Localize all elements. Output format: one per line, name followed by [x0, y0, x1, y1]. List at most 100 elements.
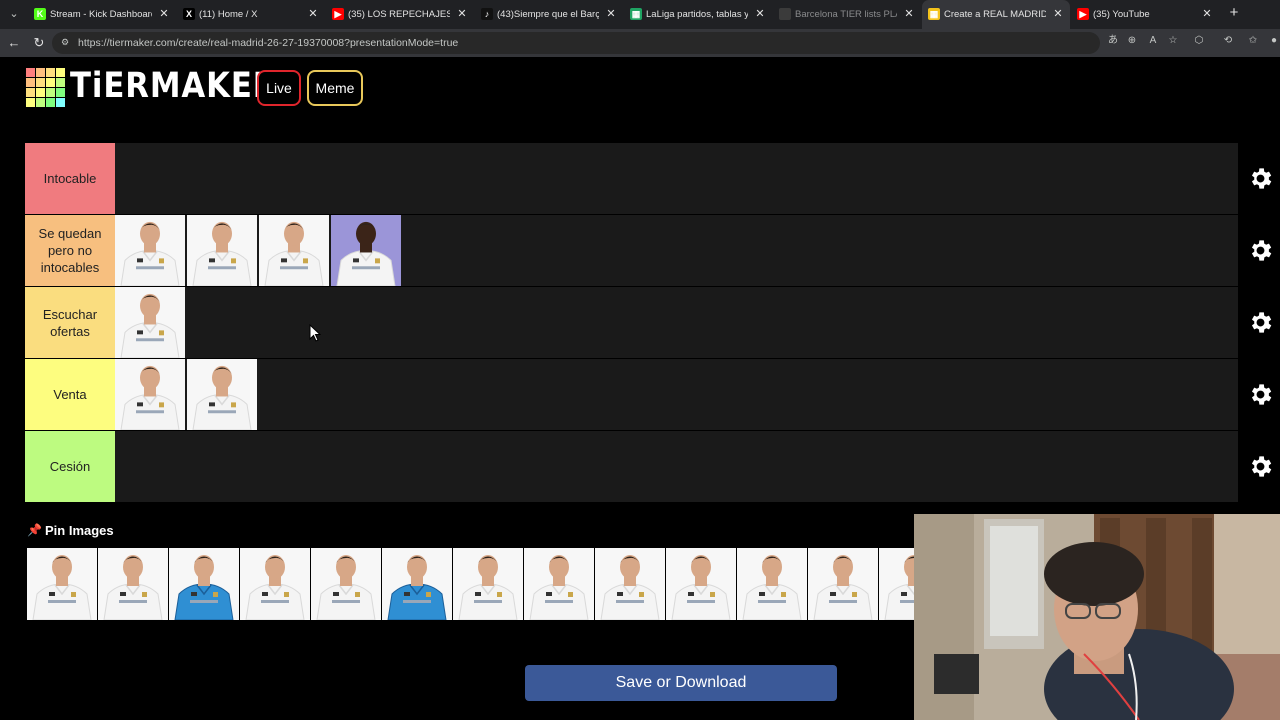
tier-label[interactable]: Venta — [25, 359, 115, 430]
tier-drop-zone[interactable] — [115, 143, 1238, 215]
gear-icon — [1251, 456, 1271, 477]
tiktok-icon: ♪ — [481, 8, 493, 20]
player-image-card[interactable] — [259, 215, 329, 286]
player-image-card[interactable] — [115, 287, 185, 358]
player-image-card[interactable] — [666, 548, 736, 620]
close-tab-icon[interactable]: ✕ — [753, 7, 767, 21]
tier-label[interactable]: Se quedan pero no intocables — [25, 215, 115, 286]
pin-images-label: Pin Images — [45, 523, 114, 538]
live-button[interactable]: Live — [257, 70, 301, 106]
player-image-card[interactable] — [240, 548, 310, 620]
gear-icon — [1251, 168, 1271, 189]
tab-title: Barcelona TIER lists PLAYER — [795, 9, 897, 20]
sheets-icon: ▦ — [630, 8, 642, 20]
player-image-card[interactable] — [879, 548, 914, 620]
player-image-card[interactable] — [737, 548, 807, 620]
browser-tab[interactable]: ▶ (35) YouTube ✕ — [1071, 0, 1219, 29]
tier-settings-button[interactable] — [1240, 215, 1280, 286]
browser-tab[interactable]: X (11) Home / X ✕ — [177, 0, 325, 29]
browser-toolbar: ← ↻ ⚙ https://tiermaker.com/create/real-… — [0, 29, 1280, 57]
player-image-card[interactable] — [331, 215, 401, 286]
new-tab-button[interactable]: + — [1226, 5, 1242, 21]
tiermaker-icon: ▦ — [928, 8, 940, 20]
tier-label[interactable]: Escuchar ofertas — [25, 287, 115, 358]
player-image-card[interactable] — [27, 548, 97, 620]
browser-tab-strip: ⌄ K Stream - Kick Dashboard ✕ X (11) Home / … — [0, 0, 1280, 29]
tab-title: Stream - Kick Dashboard — [50, 9, 152, 20]
player-image-card[interactable] — [524, 548, 594, 620]
translate-icon[interactable]: あ — [1107, 35, 1119, 47]
pushpin-icon: 📌 — [27, 523, 42, 537]
browser-tab[interactable]: ▶ (35) LOS REPECHAJES MAS ✕ — [326, 0, 474, 29]
player-image-card[interactable] — [115, 215, 185, 286]
tab-title: (35) YouTube — [1093, 9, 1150, 20]
tier-drop-zone[interactable] — [115, 431, 1238, 503]
tab-title: (35) LOS REPECHAJES MAS — [348, 9, 450, 20]
player-image-card[interactable] — [98, 548, 168, 620]
reload-icon[interactable]: ↻ — [30, 34, 48, 52]
address-bar[interactable]: ⚙ https://tiermaker.com/create/real-madr… — [52, 32, 1100, 54]
url-text: https://tiermaker.com/create/real-madrid… — [78, 37, 459, 49]
profile-sync-icon[interactable]: ⟲ — [1222, 35, 1234, 47]
tier-settings-button[interactable] — [1240, 431, 1280, 502]
webcam-overlay — [914, 514, 1280, 720]
tier-drop-zone[interactable] — [115, 287, 1238, 359]
close-tab-icon[interactable]: ✕ — [604, 7, 618, 21]
tier-row: Se quedan pero no intocables — [25, 215, 1280, 287]
tier-row: Escuchar ofertas — [25, 287, 1280, 359]
account-icon[interactable]: ● — [1268, 35, 1280, 47]
close-tab-icon[interactable]: ✕ — [1051, 7, 1065, 21]
gear-icon — [1251, 384, 1271, 405]
browser-tab[interactable]: K Stream - Kick Dashboard ✕ — [28, 0, 176, 29]
browser-tab[interactable]: ▦ LaLiga partidos, tablas y noti ✕ — [624, 0, 772, 29]
close-tab-icon[interactable]: ✕ — [157, 7, 171, 21]
player-image-card[interactable] — [187, 359, 257, 430]
extensions-icon[interactable]: ⬡ — [1193, 35, 1205, 47]
browser-tab[interactable]: ▦ Create a REAL MADRID 26/2 ✕ — [922, 0, 1070, 29]
tab-search-chevron-icon[interactable]: ⌄ — [5, 5, 23, 23]
player-image-card[interactable] — [453, 548, 523, 620]
meme-button[interactable]: Meme — [307, 70, 363, 106]
tab-title: (43)Siempre que el Barça y e — [497, 9, 599, 20]
tier-settings-button[interactable] — [1240, 143, 1280, 214]
close-tab-icon[interactable]: ✕ — [1200, 7, 1214, 21]
save-or-download-button[interactable]: Save or Download — [525, 665, 837, 701]
webcam-feed-image — [914, 514, 1280, 720]
tier-drop-zone[interactable] — [115, 359, 1238, 431]
reader-mode-icon[interactable]: A — [1147, 35, 1159, 47]
tiermaker-logo[interactable]: TiERMAKER — [26, 66, 276, 107]
tier-label[interactable]: Cesión — [25, 431, 115, 502]
bookmark-star-icon[interactable]: ☆ — [1167, 35, 1179, 47]
gear-icon — [1251, 312, 1271, 333]
player-image-card[interactable] — [595, 548, 665, 620]
tab-title: Create a REAL MADRID 26/2 — [944, 9, 1046, 20]
player-image-card[interactable] — [169, 548, 239, 620]
gear-icon — [1251, 240, 1271, 261]
site-info-icon[interactable]: ⚙ — [61, 37, 72, 48]
close-tab-icon[interactable]: ✕ — [306, 7, 320, 21]
back-arrow-icon[interactable]: ← — [5, 34, 23, 52]
browser-tab[interactable]: Barcelona TIER lists PLAYER ✕ — [773, 0, 921, 29]
zoom-icon[interactable]: ⊕ — [1126, 35, 1138, 47]
tier-settings-button[interactable] — [1240, 359, 1280, 430]
unranked-image-pool — [27, 548, 914, 620]
player-image-card[interactable] — [808, 548, 878, 620]
player-image-card[interactable] — [115, 359, 185, 430]
close-tab-icon[interactable]: ✕ — [902, 7, 916, 21]
player-image-card[interactable] — [187, 215, 257, 286]
tab-title: (11) Home / X — [199, 9, 258, 20]
blank-icon — [779, 8, 791, 20]
youtube-icon: ▶ — [332, 8, 344, 20]
favorites-icon[interactable]: ✩ — [1247, 35, 1259, 47]
tier-row: Venta — [25, 359, 1280, 431]
close-tab-icon[interactable]: ✕ — [455, 7, 469, 21]
player-image-card[interactable] — [382, 548, 452, 620]
tier-settings-button[interactable] — [1240, 287, 1280, 358]
logo-wordmark: TiERMAKER — [70, 66, 278, 106]
x-icon: X — [183, 8, 195, 20]
tab-title: LaLiga partidos, tablas y noti — [646, 9, 748, 20]
browser-tab[interactable]: ♪ (43)Siempre que el Barça y e ✕ — [475, 0, 623, 29]
tier-drop-zone[interactable] — [115, 215, 1238, 287]
player-image-card[interactable] — [311, 548, 381, 620]
tier-label[interactable]: Intocable — [25, 143, 115, 214]
